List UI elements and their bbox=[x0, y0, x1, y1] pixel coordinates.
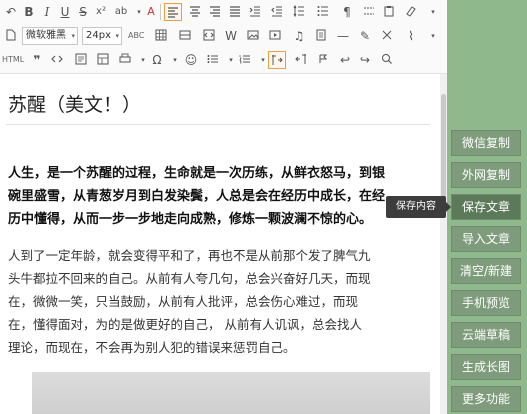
image-icon[interactable] bbox=[244, 27, 262, 45]
list-ordered-icon[interactable] bbox=[314, 3, 332, 21]
clear-icon[interactable] bbox=[378, 27, 396, 45]
code-icon[interactable] bbox=[200, 27, 218, 45]
print-icon[interactable] bbox=[116, 51, 134, 69]
new-document-icon[interactable] bbox=[2, 27, 20, 45]
bold-icon[interactable]: B bbox=[20, 3, 38, 21]
text-line: 历中懂得，从而一步一步地走向成熟，修炼一颗波澜不惊的心。 bbox=[8, 212, 373, 227]
ordered-list-icon[interactable] bbox=[236, 51, 254, 69]
mobile-preview-button[interactable]: 手机预览 bbox=[451, 290, 521, 316]
wechat-copy-button[interactable]: 微信复制 bbox=[451, 130, 521, 156]
forecolor-icon[interactable]: A bbox=[142, 3, 160, 21]
align-justify-icon[interactable] bbox=[226, 3, 244, 21]
underline-icon[interactable]: U bbox=[56, 3, 74, 21]
cloud-draft-button[interactable]: 云端草稿 bbox=[451, 322, 521, 348]
redo-arrow-icon[interactable]: ↪ bbox=[356, 51, 374, 69]
save-article-button[interactable]: 保存文章 bbox=[451, 194, 521, 220]
chevron-down-icon: ▾ bbox=[115, 32, 119, 40]
superscript-icon[interactable]: x² bbox=[92, 3, 110, 21]
italic-icon[interactable]: I bbox=[38, 3, 56, 21]
text-line: 头牛都拉不回来的自己。从前有人夸几句，总会兴奋好几天，而现 bbox=[8, 271, 371, 286]
import-article-button[interactable]: 导入文章 bbox=[451, 226, 521, 252]
text-line: 理论，而现在，不会再为别人犯的错误来惩罚自己。 bbox=[8, 340, 296, 355]
align-center-icon[interactable] bbox=[186, 3, 204, 21]
template-icon[interactable] bbox=[94, 51, 112, 69]
html-source-button[interactable]: HTML bbox=[2, 53, 24, 67]
article-image bbox=[32, 372, 430, 414]
align-right-icon[interactable] bbox=[206, 3, 224, 21]
editor-content-area[interactable]: 苏醒（美文！） 人生，是一个苏醒的过程，生命就是一次历练，从鲜衣怒马，到银 碗里… bbox=[0, 74, 447, 414]
brush-dropdown-icon[interactable]: ▾ bbox=[424, 27, 442, 45]
text-line: 碗里盛雪，从青葱岁月到白发染鬓，人总是会在经历中成长，在经 bbox=[8, 189, 386, 204]
horizontal-rule-icon[interactable]: — bbox=[334, 27, 352, 45]
font-size-value: 24px bbox=[86, 30, 111, 41]
paragraph-icon[interactable]: ¶ bbox=[338, 3, 356, 21]
search-replace-icon[interactable] bbox=[378, 51, 396, 69]
clear-new-button[interactable]: 清空/新建 bbox=[451, 258, 521, 284]
indent-icon[interactable] bbox=[246, 3, 264, 21]
text-direction-ltr-icon[interactable] bbox=[268, 51, 286, 69]
emotion-icon[interactable]: ☺ bbox=[182, 51, 200, 69]
body-paragraph[interactable]: 人到了一定年龄，就会变得平和了，再也不是从前那个发了脾气九 头牛都拉不回来的自己… bbox=[8, 244, 440, 359]
page-break-icon[interactable] bbox=[360, 3, 378, 21]
preview-icon[interactable] bbox=[72, 51, 90, 69]
toolbar-row-3: HTML ❞ ▾ Ω ▾ ☺ ▾ ▾ ↩ ↪ bbox=[0, 48, 447, 72]
text-line: 在，懂得面对，为的是做更好的自己， 从前有人讥讽，总会找人 bbox=[8, 317, 362, 332]
toolbar-row-2: 微软雅黑 ▾ 24px ▾ ABC W ♫ — ✎ ⌇ ▾ bbox=[0, 24, 447, 48]
bold-paragraph[interactable]: 人生，是一个苏醒的过程，生命就是一次历练，从鲜衣怒马，到银 碗里盛雪，从青葱岁月… bbox=[8, 162, 440, 231]
quote-icon[interactable]: ❞ bbox=[28, 51, 46, 69]
align-left-icon[interactable] bbox=[164, 3, 182, 21]
special-char-icon[interactable]: Ω bbox=[148, 51, 166, 69]
video-icon[interactable] bbox=[266, 27, 284, 45]
anchor-icon[interactable] bbox=[314, 51, 332, 69]
code-block-icon[interactable] bbox=[48, 51, 66, 69]
text-line: 人生，是一个苏醒的过程，生命就是一次历练，从鲜衣怒马，到银 bbox=[8, 166, 386, 181]
external-copy-button[interactable]: 外网复制 bbox=[451, 162, 521, 188]
word-icon[interactable]: W bbox=[222, 27, 240, 45]
format-icon[interactable]: ab bbox=[112, 3, 130, 21]
strikethrough-icon[interactable]: S bbox=[74, 3, 92, 21]
toolbar-row-1: ↶ B I U S x² ab ▾ A ¶ ▾ bbox=[0, 0, 447, 24]
outdent-icon[interactable] bbox=[268, 3, 286, 21]
clear-format-icon[interactable] bbox=[402, 3, 420, 21]
generate-long-image-button[interactable]: 生成长图 bbox=[451, 354, 521, 380]
undo-arrow-icon[interactable]: ↩ bbox=[336, 51, 354, 69]
text-line: 在，微微一笑，只当鼓励，从前有人批评，总会伤心难过，而现 bbox=[8, 294, 359, 309]
text-line: 人到了一定年龄，就会变得平和了，再也不是从前那个发了脾气九 bbox=[8, 248, 371, 263]
attachment-icon[interactable] bbox=[312, 27, 330, 45]
font-family-select[interactable]: 微软雅黑 ▾ bbox=[22, 27, 78, 45]
pen-icon[interactable]: ✎ bbox=[356, 27, 374, 45]
more-dropdown-icon[interactable]: ▾ bbox=[424, 3, 442, 21]
text-direction-rtl-icon[interactable] bbox=[292, 51, 310, 69]
brush-icon[interactable]: ⌇ bbox=[402, 27, 420, 45]
undo-icon[interactable]: ↶ bbox=[2, 3, 20, 21]
more-functions-button[interactable]: 更多功能 bbox=[451, 386, 521, 412]
table-icon[interactable] bbox=[152, 27, 170, 45]
paste-icon[interactable] bbox=[380, 3, 398, 21]
font-family-value: 微软雅黑 bbox=[26, 30, 66, 41]
action-sidebar: 微信复制 外网复制 保存文章 导入文章 清空/新建 手机预览 云端草稿 生成长图… bbox=[447, 0, 527, 414]
line-height-icon[interactable] bbox=[290, 3, 308, 21]
article-title[interactable]: 苏醒（美文！） bbox=[8, 90, 141, 117]
chevron-down-icon: ▾ bbox=[71, 32, 75, 40]
unordered-list-icon[interactable] bbox=[204, 51, 222, 69]
save-tooltip: 保存内容 bbox=[386, 196, 451, 218]
spellcheck-icon[interactable]: ABC bbox=[128, 29, 144, 43]
editor-toolbar: ↶ B I U S x² ab ▾ A ¶ ▾ 微软雅黑 ▾ 24px ▾ AB… bbox=[0, 0, 447, 74]
music-icon[interactable]: ♫ bbox=[290, 27, 308, 45]
insert-row-icon[interactable] bbox=[176, 27, 194, 45]
font-size-select[interactable]: 24px ▾ bbox=[82, 27, 122, 45]
title-divider bbox=[6, 124, 430, 125]
